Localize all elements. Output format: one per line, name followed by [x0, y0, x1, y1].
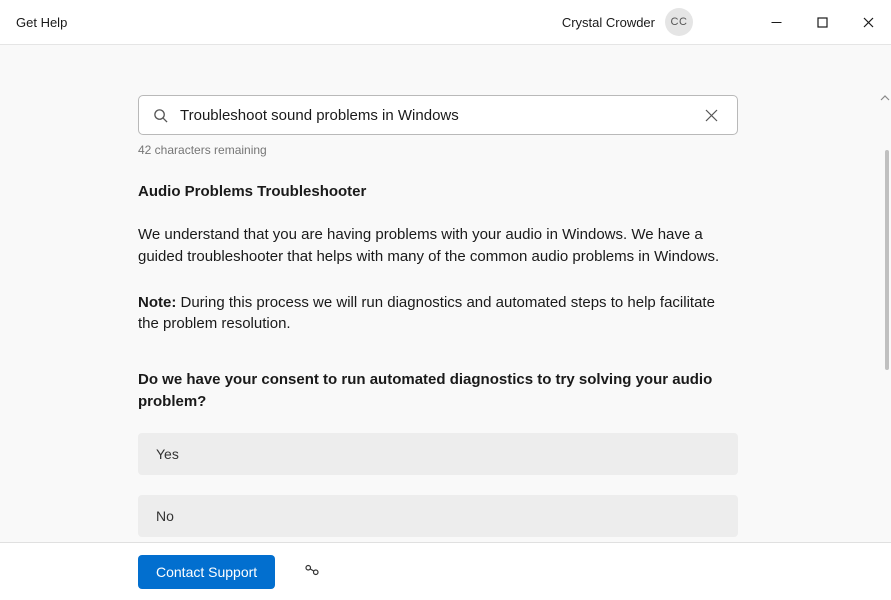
troubleshooter-heading: Audio Problems Troubleshooter: [138, 183, 738, 200]
char-count: 42 characters remaining: [138, 143, 738, 157]
titlebar: Get Help Crystal Crowder CC: [0, 0, 891, 45]
app-title: Get Help: [16, 15, 67, 30]
close-button[interactable]: [845, 0, 891, 44]
footer-bar: Contact Support: [0, 542, 891, 600]
close-icon: [705, 109, 718, 122]
option-no[interactable]: No: [138, 495, 738, 537]
search-box[interactable]: [138, 95, 738, 135]
avatar: CC: [665, 8, 693, 36]
consent-question: Do we have your consent to run automated…: [138, 369, 738, 413]
scrollbar[interactable]: [883, 90, 889, 540]
user-name: Crystal Crowder: [562, 15, 655, 30]
note-label: Note:: [138, 294, 176, 311]
intro-text: We understand that you are having proble…: [138, 224, 738, 268]
option-yes[interactable]: Yes: [138, 433, 738, 475]
clear-search-button[interactable]: [699, 103, 723, 127]
scrollbar-thumb[interactable]: [885, 150, 889, 370]
user-account[interactable]: Crystal Crowder CC: [562, 8, 693, 36]
connect-icon[interactable]: [303, 561, 321, 582]
minimize-button[interactable]: [753, 0, 799, 44]
content-area: 42 characters remaining Audio Problems T…: [0, 45, 891, 542]
contact-support-button[interactable]: Contact Support: [138, 555, 275, 589]
note-body: During this process we will run diagnost…: [138, 294, 715, 333]
maximize-button[interactable]: [799, 0, 845, 44]
note-text: Note: During this process we will run di…: [138, 292, 738, 336]
window-controls: [753, 0, 891, 44]
contact-support-label: Contact Support: [156, 564, 257, 580]
option-yes-label: Yes: [156, 446, 179, 462]
option-no-label: No: [156, 508, 174, 524]
search-icon: [153, 108, 168, 123]
search-input[interactable]: [180, 107, 687, 124]
